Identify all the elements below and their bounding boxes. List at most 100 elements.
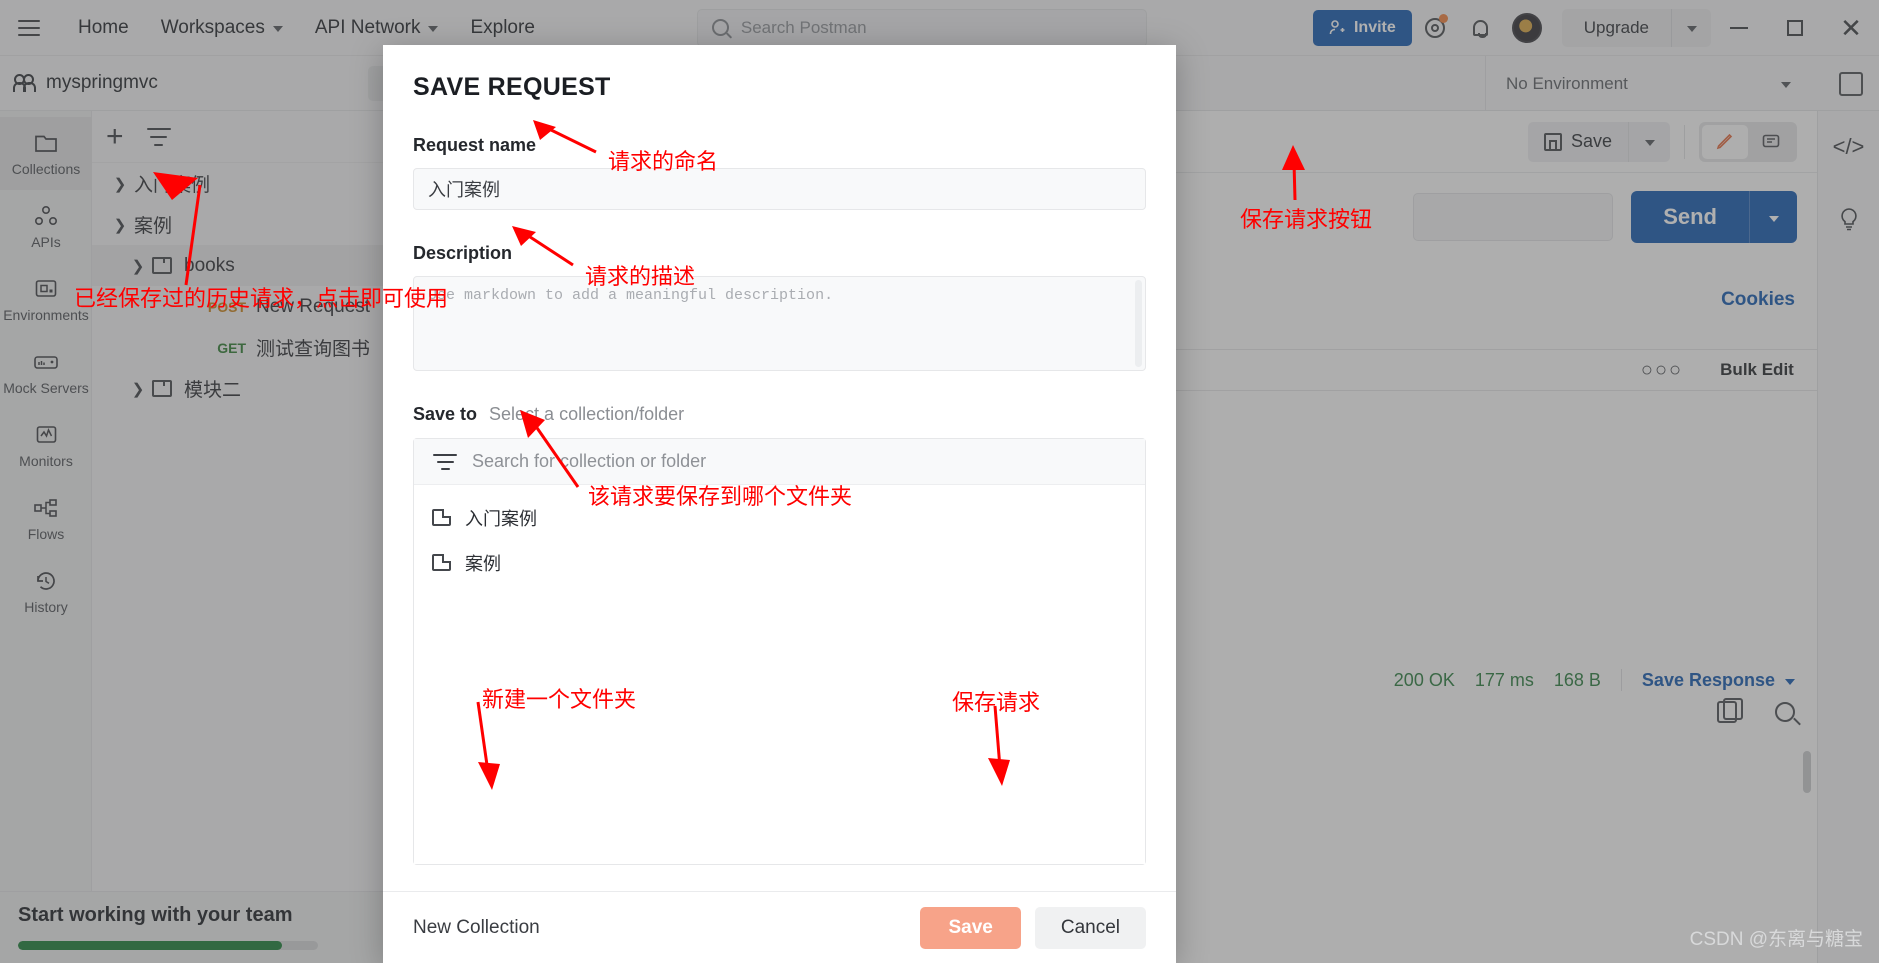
sidebar-label-flows: Flows bbox=[27, 525, 65, 542]
window-minimize-button[interactable] bbox=[1711, 0, 1767, 56]
flows-icon bbox=[33, 496, 59, 520]
upgrade-button[interactable]: Upgrade bbox=[1562, 9, 1671, 47]
request-name-input[interactable]: 入门案例 bbox=[413, 168, 1146, 210]
collection-item-label: 入门案例 bbox=[465, 508, 537, 529]
folder-icon bbox=[152, 257, 172, 274]
code-icon: </> bbox=[1832, 134, 1865, 159]
copy-icon[interactable] bbox=[1717, 698, 1743, 723]
divider bbox=[1620, 669, 1622, 691]
modal-cancel-button[interactable]: Cancel bbox=[1034, 906, 1146, 949]
workspace-name[interactable]: myspringmvc bbox=[13, 72, 158, 94]
notification-dot-badge bbox=[1438, 13, 1448, 23]
collection-item-label: 案例 bbox=[465, 553, 501, 574]
url-input[interactable] bbox=[1413, 193, 1614, 241]
save-response-label: Save Response bbox=[1641, 669, 1775, 690]
new-collection-button[interactable]: New Collection bbox=[413, 917, 540, 939]
maximize-icon bbox=[1787, 19, 1803, 36]
send-label: Send bbox=[1663, 204, 1717, 229]
mock-servers-icon bbox=[33, 350, 59, 374]
add-new-icon[interactable]: + bbox=[106, 121, 124, 152]
chevron-down-icon bbox=[272, 26, 283, 32]
cookies-link[interactable]: Cookies bbox=[1721, 289, 1795, 311]
tree-label: 模块二 bbox=[184, 380, 242, 401]
window-close-button[interactable]: ✕ bbox=[1823, 0, 1879, 56]
response-status-code: 200 OK bbox=[1393, 669, 1455, 690]
settings-button[interactable] bbox=[1412, 5, 1458, 51]
close-icon: ✕ bbox=[1840, 12, 1862, 43]
account-avatar-button[interactable] bbox=[1504, 5, 1550, 51]
sidebar-item-collections[interactable]: Collections bbox=[0, 117, 92, 190]
send-button[interactable]: Send bbox=[1631, 191, 1749, 243]
left-navigation-rail: Collections APIs Environments Mock Serve… bbox=[0, 111, 92, 963]
notifications-button[interactable] bbox=[1458, 5, 1504, 51]
collections-icon bbox=[33, 131, 59, 155]
nav-explore-label: Explore bbox=[470, 16, 535, 38]
save-request-button[interactable]: Save bbox=[1528, 122, 1628, 162]
sidebar-label-apis: APIs bbox=[31, 233, 61, 250]
textarea-scrollbar[interactable] bbox=[1135, 280, 1142, 367]
team-progress-bar bbox=[18, 941, 318, 950]
sidebar-item-flows[interactable]: Flows bbox=[0, 482, 92, 555]
more-options-icon[interactable]: ○○○ bbox=[1627, 359, 1697, 382]
sidebar-label-history: History bbox=[24, 598, 68, 615]
minimize-icon bbox=[1730, 26, 1748, 29]
response-scrollbar-thumb[interactable] bbox=[1803, 751, 1811, 793]
chevron-down-icon bbox=[1644, 140, 1655, 146]
description-textarea[interactable]: Use markdown to add a meaningful descrip… bbox=[413, 276, 1146, 371]
collection-icon bbox=[432, 554, 451, 571]
annotation-save-request: 保存请求 bbox=[952, 690, 1041, 715]
save-dropdown-button[interactable] bbox=[1628, 121, 1670, 162]
history-icon bbox=[33, 569, 59, 593]
modal-body: SAVE REQUEST Request name 入门案例 Descripti… bbox=[383, 45, 1176, 891]
sidebar-item-apis[interactable]: APIs bbox=[0, 190, 92, 263]
modal-save-button[interactable]: Save bbox=[920, 906, 1021, 949]
nav-api-network-label: API Network bbox=[314, 16, 421, 38]
upgrade-dropdown-button[interactable] bbox=[1671, 8, 1711, 47]
response-size: 168 B bbox=[1553, 669, 1601, 690]
tree-label: books bbox=[184, 254, 235, 276]
postman-app-window: Home Workspaces API Network Explore Sear… bbox=[0, 0, 1879, 963]
search-icon[interactable] bbox=[1775, 702, 1795, 722]
hamburger-menu-icon[interactable] bbox=[18, 19, 40, 36]
chevron-down-icon bbox=[1768, 215, 1779, 222]
http-method-badge: GET bbox=[217, 339, 246, 356]
save-to-row: Save to Select a collection/folder bbox=[413, 404, 1146, 425]
save-to-label: Save to bbox=[413, 404, 478, 424]
invite-button[interactable]: Invite bbox=[1312, 9, 1412, 46]
save-response-button[interactable]: Save Response bbox=[1642, 670, 1795, 691]
sidebar-item-mock-servers[interactable]: Mock Servers bbox=[0, 336, 92, 409]
chevron-down-icon: ❯ bbox=[131, 257, 145, 275]
environment-selector[interactable]: No Environment bbox=[1485, 56, 1805, 111]
environment-label: No Environment bbox=[1506, 73, 1628, 93]
annotation-new-folder: 新建一个文件夹 bbox=[482, 687, 637, 712]
edit-mode-button[interactable] bbox=[1702, 124, 1748, 159]
send-dropdown-button[interactable] bbox=[1749, 191, 1797, 243]
upgrade-group: Upgrade bbox=[1561, 8, 1711, 47]
comment-mode-button[interactable] bbox=[1748, 125, 1794, 159]
modal-footer: New Collection Save Cancel bbox=[383, 891, 1176, 963]
code-snippet-button[interactable]: </> bbox=[1818, 111, 1879, 183]
folder-icon bbox=[152, 380, 172, 397]
search-icon bbox=[711, 19, 729, 36]
titlebar-right-group: Invite Upgrade ✕ bbox=[1312, 0, 1879, 56]
postbot-button[interactable] bbox=[1818, 183, 1879, 255]
annotation-save-request-button: 保存请求按钮 bbox=[1240, 207, 1373, 232]
sidebar-item-monitors[interactable]: Monitors bbox=[0, 409, 92, 482]
chevron-down-icon bbox=[1781, 82, 1791, 88]
sidebar-item-history[interactable]: History bbox=[0, 555, 92, 628]
collection-icon bbox=[432, 509, 451, 526]
request-name-label: Request name bbox=[413, 135, 537, 155]
nav-workspaces[interactable]: Workspaces bbox=[145, 0, 299, 55]
collection-list-item[interactable]: 案例 bbox=[414, 540, 1145, 585]
apis-icon bbox=[33, 204, 59, 228]
filter-icon[interactable] bbox=[146, 127, 172, 146]
bulk-edit-button[interactable]: Bulk Edit bbox=[1697, 360, 1817, 380]
environment-quick-look-icon[interactable] bbox=[1839, 72, 1863, 96]
right-utility-rail: </> bbox=[1817, 111, 1879, 963]
annotation-target-folder: 该请求要保存到哪个文件夹 bbox=[588, 484, 853, 509]
send-group: Send bbox=[1631, 191, 1797, 243]
global-search-input[interactable]: Search Postman bbox=[696, 8, 1147, 47]
window-maximize-button[interactable] bbox=[1767, 0, 1823, 56]
bell-icon bbox=[1473, 19, 1489, 38]
nav-home[interactable]: Home bbox=[62, 0, 145, 55]
